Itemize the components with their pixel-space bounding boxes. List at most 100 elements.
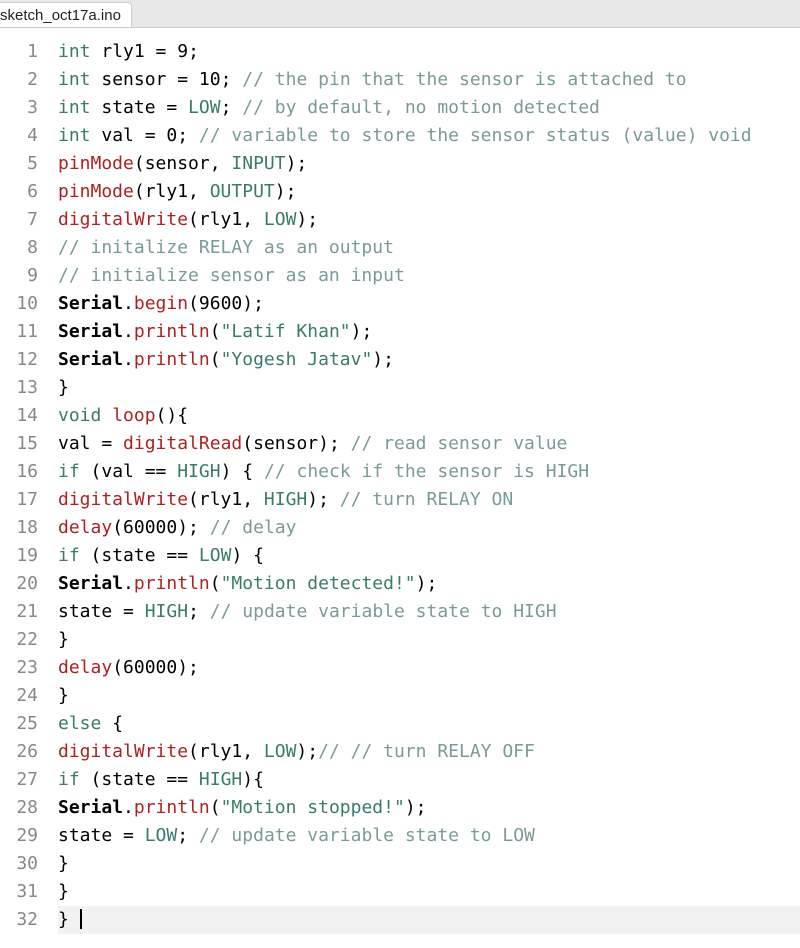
token-plain: = <box>123 601 134 622</box>
code-line[interactable]: digitalWrite(rly1, LOW); <box>58 206 800 234</box>
token-obj: Serial <box>58 321 123 342</box>
token-kw: int <box>58 125 91 146</box>
line-number: 31 <box>0 878 38 906</box>
code-line[interactable]: pinMode(sensor, INPUT); <box>58 150 800 178</box>
code-area[interactable]: int rly1 = 9;int sensor = 10; // the pin… <box>58 38 800 934</box>
token-plain: ; <box>221 97 243 118</box>
line-number: 3 <box>0 94 38 122</box>
line-number: 17 <box>0 486 38 514</box>
code-line[interactable]: val = digitalRead(sensor); // read senso… <box>58 430 800 458</box>
token-plain: . <box>123 573 134 594</box>
token-plain: . <box>123 797 134 818</box>
token-const: LOW <box>188 97 221 118</box>
code-line[interactable]: int val = 0; // variable to store the se… <box>58 122 800 150</box>
token-const: LOW <box>264 741 297 762</box>
code-line[interactable]: } <box>58 906 800 934</box>
token-plain: val <box>58 433 101 454</box>
token-plain: ( <box>188 293 199 314</box>
code-line[interactable]: // initialize sensor as an input <box>58 262 800 290</box>
token-plain: (rly1, <box>188 741 264 762</box>
token-plain: rly1 <box>91 41 156 62</box>
token-plain: = <box>101 433 112 454</box>
code-line[interactable]: if (state == LOW) { <box>58 542 800 570</box>
code-line[interactable]: Serial.println("Latif Khan"); <box>58 318 800 346</box>
token-kw: if <box>58 461 80 482</box>
token-plain: (state <box>80 769 167 790</box>
token-plain: ) { <box>231 545 264 566</box>
token-num: 60000 <box>123 657 177 678</box>
line-number: 9 <box>0 262 38 290</box>
line-number: 7 <box>0 206 38 234</box>
token-cmt: // update variable state to LOW <box>199 825 535 846</box>
code-line[interactable]: Serial.begin(9600); <box>58 290 800 318</box>
code-line[interactable]: } <box>58 682 800 710</box>
token-plain: ); <box>296 209 318 230</box>
code-line[interactable]: delay(60000); // delay <box>58 514 800 542</box>
code-line[interactable]: } <box>58 878 800 906</box>
tab-file[interactable]: sketch_oct17a.ino <box>0 2 132 27</box>
code-line[interactable]: state = LOW; // update variable state to… <box>58 822 800 850</box>
token-num: 9 <box>177 41 188 62</box>
code-line[interactable]: if (val == HIGH) { // check if the senso… <box>58 458 800 486</box>
code-editor[interactable]: 1234567891011121314151617181920212223242… <box>0 28 800 934</box>
code-line[interactable]: } <box>58 626 800 654</box>
line-number: 12 <box>0 346 38 374</box>
code-line[interactable]: Serial.println("Motion stopped!"); <box>58 794 800 822</box>
token-plain <box>177 97 188 118</box>
line-number: 2 <box>0 66 38 94</box>
code-line[interactable]: state = HIGH; // update variable state t… <box>58 598 800 626</box>
code-line[interactable]: Serial.println("Motion detected!"); <box>58 570 800 598</box>
token-num: 0 <box>166 125 177 146</box>
line-number: 23 <box>0 654 38 682</box>
token-cmt: // check if the sensor is HIGH <box>264 461 589 482</box>
token-num: 10 <box>199 69 221 90</box>
code-line[interactable]: // initalize RELAY as an output <box>58 234 800 262</box>
token-plain: state <box>58 825 123 846</box>
line-number: 4 <box>0 122 38 150</box>
token-fn: pinMode <box>58 153 134 174</box>
token-plain: ); <box>307 489 340 510</box>
code-line[interactable]: void loop(){ <box>58 402 800 430</box>
token-plain <box>134 825 145 846</box>
tab-bar: sketch_oct17a.ino <box>0 0 800 28</box>
code-line[interactable]: int rly1 = 9; <box>58 38 800 66</box>
token-plain: ); <box>275 181 297 202</box>
line-number: 32 <box>0 906 38 934</box>
token-plain: (state <box>80 545 167 566</box>
token-fn: digitalWrite <box>58 489 188 510</box>
token-fn: begin <box>134 293 188 314</box>
line-gutter: 1234567891011121314151617181920212223242… <box>0 38 58 934</box>
line-number: 20 <box>0 570 38 598</box>
code-line[interactable]: pinMode(rly1, OUTPUT); <box>58 178 800 206</box>
token-plain <box>101 405 112 426</box>
token-plain <box>188 69 199 90</box>
code-line[interactable]: digitalWrite(rly1, LOW);// // turn RELAY… <box>58 738 800 766</box>
code-line[interactable]: if (state == HIGH){ <box>58 766 800 794</box>
token-fn: println <box>134 573 210 594</box>
token-plain: (sensor, <box>134 153 232 174</box>
line-number: 14 <box>0 402 38 430</box>
token-const: LOW <box>199 545 232 566</box>
code-line[interactable]: int sensor = 10; // the pin that the sen… <box>58 66 800 94</box>
token-obj: Serial <box>58 573 123 594</box>
code-line[interactable]: else { <box>58 710 800 738</box>
token-plain: ); <box>372 349 394 370</box>
token-cmt: // turn RELAY ON <box>340 489 513 510</box>
line-number: 22 <box>0 626 38 654</box>
token-const: LOW <box>145 825 178 846</box>
code-line[interactable]: delay(60000); <box>58 654 800 682</box>
code-line[interactable]: Serial.println("Yogesh Jatav"); <box>58 346 800 374</box>
token-plain: state <box>58 601 123 622</box>
code-line[interactable]: } <box>58 374 800 402</box>
line-number: 18 <box>0 514 38 542</box>
token-plain: . <box>123 349 134 370</box>
code-line[interactable]: digitalWrite(rly1, HIGH); // turn RELAY … <box>58 486 800 514</box>
code-line[interactable]: } <box>58 850 800 878</box>
token-plain <box>166 461 177 482</box>
code-line[interactable]: int state = LOW; // by default, no motio… <box>58 94 800 122</box>
token-fn: println <box>134 797 210 818</box>
token-plain: (){ <box>156 405 189 426</box>
token-plain: (sensor); <box>242 433 350 454</box>
token-kw: else <box>58 713 101 734</box>
token-kw: int <box>58 69 91 90</box>
